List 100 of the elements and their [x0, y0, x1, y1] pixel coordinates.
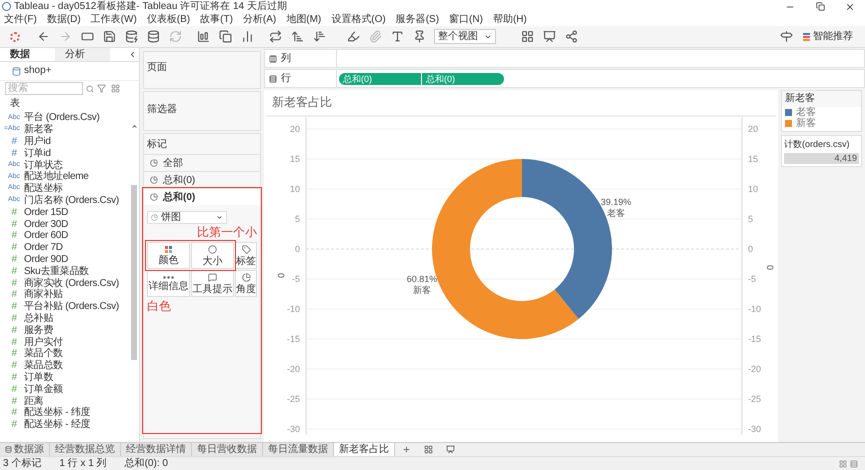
list-view-icon[interactable]: [850, 460, 858, 468]
menu-item[interactable]: 地图(M): [286, 14, 322, 26]
mark-property-button[interactable]: 工具提示: [191, 270, 234, 297]
field-item[interactable]: Order 30D: [24, 218, 68, 230]
field-item[interactable]: 订单金额: [24, 384, 63, 395]
field-item[interactable]: 商家实收 (Orders.Csv): [24, 278, 119, 289]
sheet-tab[interactable]: 经营数据详情: [121, 442, 192, 456]
recommend-bars-icon: [803, 32, 810, 40]
field-item[interactable]: 配送坐标 - 纬度: [24, 407, 90, 418]
field-item[interactable]: Sku去重菜品数: [24, 266, 89, 277]
axis-tick-label: -20: [748, 364, 762, 374]
field-item[interactable]: 商家补贴: [24, 289, 63, 300]
sheet-tab[interactable]: 数据源: [0, 442, 50, 456]
shelf-label: 列: [281, 52, 291, 64]
marks-layer[interactable]: 全部: [144, 154, 260, 171]
field-item[interactable]: 新老客: [24, 124, 54, 136]
menu-item[interactable]: 服务器(S): [396, 14, 440, 26]
menu-item[interactable]: 设置格式(O): [331, 14, 386, 26]
recommend-button[interactable]: 智能推荐: [803, 30, 853, 42]
field-item[interactable]: 配送地址eleme: [24, 171, 89, 182]
field-item[interactable]: 门店名称 (Orders.Csv): [24, 194, 119, 206]
field-item[interactable]: 订单数: [24, 372, 54, 383]
slice-label: 39.19% 老客: [600, 197, 632, 218]
mark-property-button[interactable]: 详细信息: [147, 270, 190, 297]
field-item[interactable]: 订单id: [24, 148, 51, 159]
menu-item[interactable]: 工作表(W): [90, 14, 137, 26]
field-item[interactable]: 总补贴: [24, 312, 54, 324]
axis-tick-label: 20: [748, 124, 758, 134]
database-icon: [5, 446, 12, 453]
field-item[interactable]: 服务费: [24, 324, 54, 336]
filter-icon[interactable]: [97, 84, 106, 93]
annotation-text: 白色: [147, 299, 172, 313]
chevron-down-icon: [216, 214, 223, 221]
sheet-tab[interactable]: 每日营收数据: [192, 442, 263, 456]
sheet-tab[interactable]: 每日流量数据: [263, 442, 334, 456]
axis-tick-label: -15: [286, 334, 300, 344]
axis-tick-label: 15: [748, 154, 758, 164]
legend-label: 老客: [796, 108, 816, 118]
axis-tick-label: -10: [748, 304, 762, 314]
size-bar: 4,419: [784, 153, 859, 164]
field-item[interactable]: 平台 (Orders.Csv): [24, 112, 100, 124]
legend-title: 新老客: [782, 91, 861, 107]
axis-tick-label: -5: [292, 274, 300, 284]
menu-item[interactable]: 帮助(H): [492, 14, 527, 26]
scrollbar-thumb[interactable]: [131, 185, 137, 360]
menu-item[interactable]: 分析(A): [242, 14, 276, 26]
mark-property-button[interactable]: 大小: [191, 242, 234, 269]
restore-icon: [816, 2, 824, 10]
pie-icon: [150, 159, 158, 167]
field-item[interactable]: 菜品个数: [24, 348, 63, 360]
columns-icon: [269, 54, 277, 62]
field-item[interactable]: 配送坐标 - 经度: [24, 419, 90, 430]
field-item[interactable]: 平台补贴 (Orders.Csv): [24, 301, 119, 312]
collapse-icon[interactable]: [128, 50, 137, 59]
search-field[interactable]: 搜索: [5, 82, 83, 95]
field-item[interactable]: 菜品总数: [24, 360, 63, 372]
scroll-up-icon[interactable]: [130, 123, 138, 130]
axis-tick-label: -10: [286, 304, 300, 314]
detail-dots-icon: [163, 276, 174, 278]
axis-tick-label: -30: [286, 424, 300, 434]
menu-item[interactable]: 数据(D): [46, 14, 81, 26]
axis-tick-label: 5: [294, 214, 300, 224]
menu-item[interactable]: 文件(F): [4, 14, 37, 26]
mark-property-button[interactable]: 颜色: [147, 242, 190, 269]
field-item[interactable]: Order 15D: [24, 206, 68, 218]
mark-type-dropdown[interactable]: 饼图: [147, 211, 227, 224]
pane-tab[interactable]: 分析: [55, 48, 110, 61]
field-item[interactable]: 订单状态: [24, 160, 63, 171]
fit-dropdown[interactable]: 整个视图: [434, 29, 496, 44]
field-item[interactable]: Order 7D: [24, 242, 63, 254]
field-item[interactable]: 用户实付: [24, 336, 63, 348]
menu-item[interactable]: 窗口(N): [449, 14, 483, 26]
axis-tick-label: -25: [286, 394, 300, 404]
view-title: 新老客占比: [266, 90, 776, 117]
field-item[interactable]: 用户id: [24, 136, 51, 147]
sheet-tab[interactable]: 经营数据总览: [50, 442, 121, 456]
window-title: Tableau - day0512看板搭建- Tableau 许可证将在 14 天后过期: [14, 0, 287, 12]
axis-tick-label: 15: [290, 154, 300, 164]
menu-item[interactable]: 故事(T): [200, 14, 233, 26]
datasource-name[interactable]: shop+: [24, 65, 52, 77]
marks-layer[interactable]: 总和(0): [144, 188, 260, 205]
color-dots-icon: [165, 246, 172, 252]
mark-property-button[interactable]: 标签: [235, 242, 257, 269]
status-text: 总和(0): 0: [124, 458, 168, 470]
field-item[interactable]: 距离: [24, 396, 44, 407]
status-text: 3 个标记: [3, 458, 42, 470]
sheet-tab[interactable]: 新老客占比: [334, 442, 395, 456]
field-item[interactable]: Order 90D: [24, 254, 68, 265]
field-item[interactable]: 配送坐标: [24, 183, 63, 194]
axis-tick-label: 10: [290, 184, 300, 194]
pie-icon: [150, 176, 158, 184]
mark-property-button[interactable]: 角度: [235, 270, 257, 297]
menu-item[interactable]: 仪表板(B): [146, 14, 190, 26]
field-item[interactable]: Order 60D: [24, 230, 68, 242]
axis-tick-label: -5: [748, 274, 756, 284]
card-title: 页面: [147, 62, 167, 73]
view-options-icon[interactable]: [111, 84, 120, 93]
grid-view-icon[interactable]: [839, 460, 847, 468]
size-icon: [208, 244, 217, 254]
axis-tick-label: -15: [748, 334, 762, 344]
